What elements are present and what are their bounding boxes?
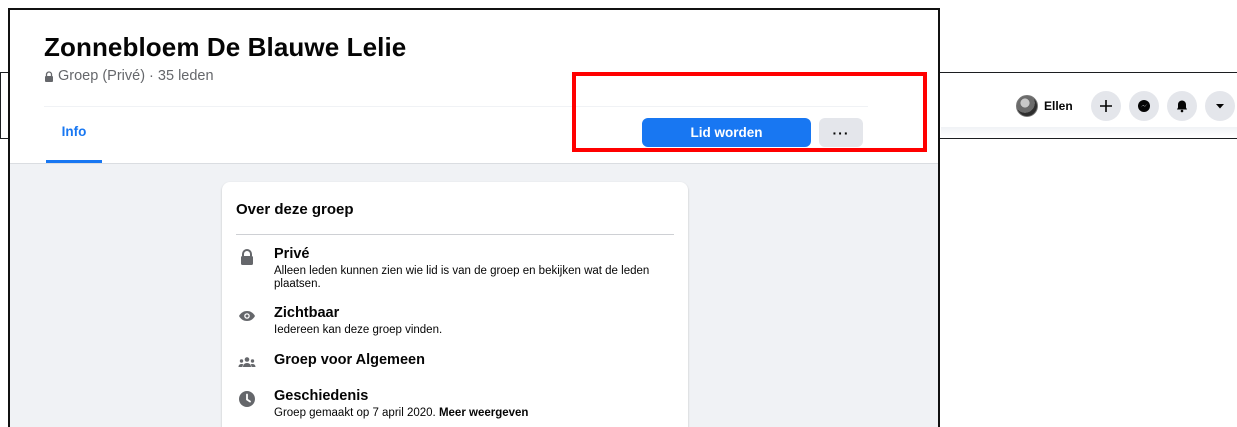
see-more-link[interactable]: Meer weergeven	[439, 407, 529, 419]
visibility-title: Zichtbaar	[274, 305, 340, 321]
history-row: Geschiedenis Groep gemaakt op 7 april 20…	[236, 388, 674, 420]
more-options-icon: ···	[832, 124, 850, 141]
topbar-right-actions: Ellen	[1016, 91, 1235, 121]
profile-button[interactable]: Ellen	[1016, 91, 1083, 121]
avatar	[1016, 95, 1038, 117]
notifications-button[interactable]	[1166, 91, 1197, 121]
header-divider	[44, 106, 868, 107]
notifications-icon	[1176, 100, 1187, 113]
category-row: Groep voor Algemeen	[236, 352, 674, 372]
about-card: Over deze groep Privé Alleen leden kunne…	[222, 182, 688, 427]
visibility-row: Zichtbaar Iedereen kan deze groep vinden…	[236, 305, 674, 337]
content-area: Over deze groep Privé Alleen leden kunne…	[10, 163, 938, 427]
tab-info[interactable]: Info	[46, 122, 102, 164]
profile-name: Ellen	[1044, 99, 1073, 113]
people-icon	[238, 357, 256, 367]
eye-icon	[239, 311, 255, 321]
card-divider	[236, 234, 674, 235]
more-options-button[interactable]: ···	[819, 118, 863, 147]
topbar-shadow	[941, 127, 1237, 137]
clock-icon	[239, 391, 255, 407]
group-meta-text: Groep (Privé) · 35 leden	[58, 68, 214, 84]
lock-icon	[45, 70, 53, 82]
group-meta: Groep (Privé) · 35 leden	[44, 68, 214, 84]
messenger-button[interactable]	[1128, 91, 1159, 121]
history-title: Geschiedenis	[274, 388, 369, 404]
group-header: Zonnebloem De Blauwe Lelie Groep (Privé)…	[10, 10, 938, 163]
history-date-text: Groep gemaakt op 7 april 2020.	[274, 407, 436, 419]
privacy-row: Privé Alleen leden kunnen zien wie lid i…	[236, 246, 674, 291]
group-title: Zonnebloem De Blauwe Lelie	[44, 32, 407, 62]
category-title: Groep voor Algemeen	[274, 352, 425, 368]
dropdown-arrow-icon	[1215, 104, 1224, 109]
privacy-title: Privé	[274, 246, 310, 262]
lock-icon	[241, 249, 253, 265]
join-group-button[interactable]: Lid worden	[642, 118, 811, 147]
messenger-icon	[1137, 100, 1150, 112]
plus-icon	[1099, 100, 1112, 112]
create-button[interactable]	[1090, 91, 1121, 121]
account-menu-button[interactable]	[1204, 91, 1235, 121]
history-description: Groep gemaakt op 7 april 2020. Meer weer…	[274, 407, 694, 420]
about-card-title: Over deze groep	[236, 201, 354, 218]
privacy-description: Alleen leden kunnen zien wie lid is van …	[274, 265, 650, 290]
group-window: Zonnebloem De Blauwe Lelie Groep (Privé)…	[8, 8, 940, 427]
visibility-description: Iedereen kan deze groep vinden.	[274, 324, 443, 336]
tab-info-label: Info	[61, 124, 87, 139]
